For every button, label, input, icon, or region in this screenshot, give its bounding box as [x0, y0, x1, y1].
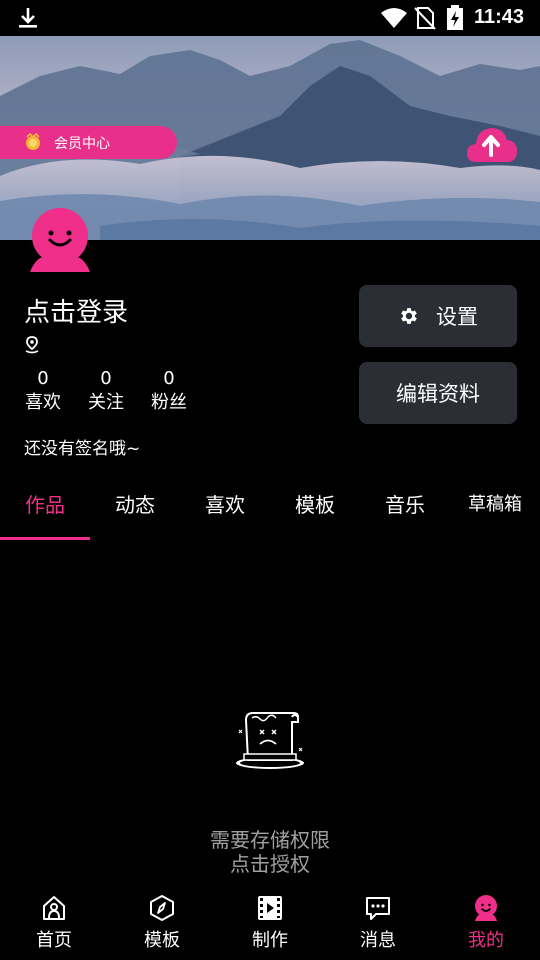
stat-likes[interactable]: 0 喜欢: [23, 368, 63, 416]
battery-charging-icon: [447, 5, 463, 30]
login-prompt[interactable]: 点击登录: [24, 292, 128, 329]
tab-likes[interactable]: 喜欢: [180, 476, 270, 536]
avatar[interactable]: [28, 206, 92, 274]
nav-templates-label: 模板: [144, 930, 180, 951]
nav-templates[interactable]: 模板: [108, 888, 216, 960]
fans-label: 粉丝: [151, 392, 187, 413]
nav-create-label: 制作: [252, 930, 288, 951]
likes-count: 0: [37, 368, 49, 389]
edit-profile-button[interactable]: 编辑资料: [359, 362, 517, 424]
following-label: 关注: [88, 392, 124, 413]
nav-home-label: 首页: [36, 930, 72, 951]
settings-label: 设置: [436, 305, 478, 329]
message-icon: [366, 897, 390, 920]
signature-text: 还没有签名哦~: [24, 439, 141, 459]
content-tabs: 作品 动态 喜欢 模板 音乐 草稿箱: [0, 476, 540, 540]
bottom-nav: 首页 模板 制作 消息 我的: [0, 888, 540, 960]
crown-badge-icon: [26, 133, 40, 150]
settings-button[interactable]: 设置: [359, 285, 517, 347]
tab-works[interactable]: 作品: [0, 476, 90, 536]
stat-following[interactable]: 0 关注: [86, 368, 126, 416]
member-center-label: 会员中心: [54, 136, 110, 152]
no-sim-icon: [414, 7, 436, 30]
tab-templates[interactable]: 模板: [270, 476, 360, 536]
member-center-button[interactable]: 会员中心: [0, 126, 177, 159]
upload-cloud-icon[interactable]: [466, 122, 518, 164]
following-count: 0: [100, 368, 112, 389]
wifi-icon: [381, 8, 407, 28]
grant-permission-link[interactable]: 点击授权: [0, 848, 540, 877]
gear-icon: [401, 308, 417, 324]
film-icon: [258, 896, 282, 920]
location-pin-icon: [25, 336, 39, 354]
clock: 11:43: [474, 6, 525, 28]
stat-fans[interactable]: 0 粉丝: [149, 368, 189, 416]
download-icon: [19, 8, 37, 28]
profile-icon: [475, 895, 497, 921]
nav-messages[interactable]: 消息: [324, 888, 432, 960]
fans-count: 0: [163, 368, 175, 389]
compass-icon: [150, 895, 174, 921]
status-bar: 11:43: [0, 0, 540, 36]
nav-home[interactable]: 首页: [0, 888, 108, 960]
nav-create[interactable]: 制作: [216, 888, 324, 960]
likes-label: 喜欢: [25, 392, 61, 413]
tab-activity[interactable]: 动态: [90, 476, 180, 536]
tab-drafts[interactable]: 草稿箱: [450, 476, 540, 536]
nav-messages-label: 消息: [360, 930, 396, 951]
nav-profile-label: 我的: [468, 930, 504, 951]
edit-profile-label: 编辑资料: [396, 382, 480, 406]
active-tab-indicator: [0, 537, 90, 540]
nav-profile[interactable]: 我的: [432, 888, 540, 960]
home-icon: [43, 896, 65, 920]
empty-document-icon[interactable]: [234, 710, 308, 772]
tab-music[interactable]: 音乐: [360, 476, 450, 536]
